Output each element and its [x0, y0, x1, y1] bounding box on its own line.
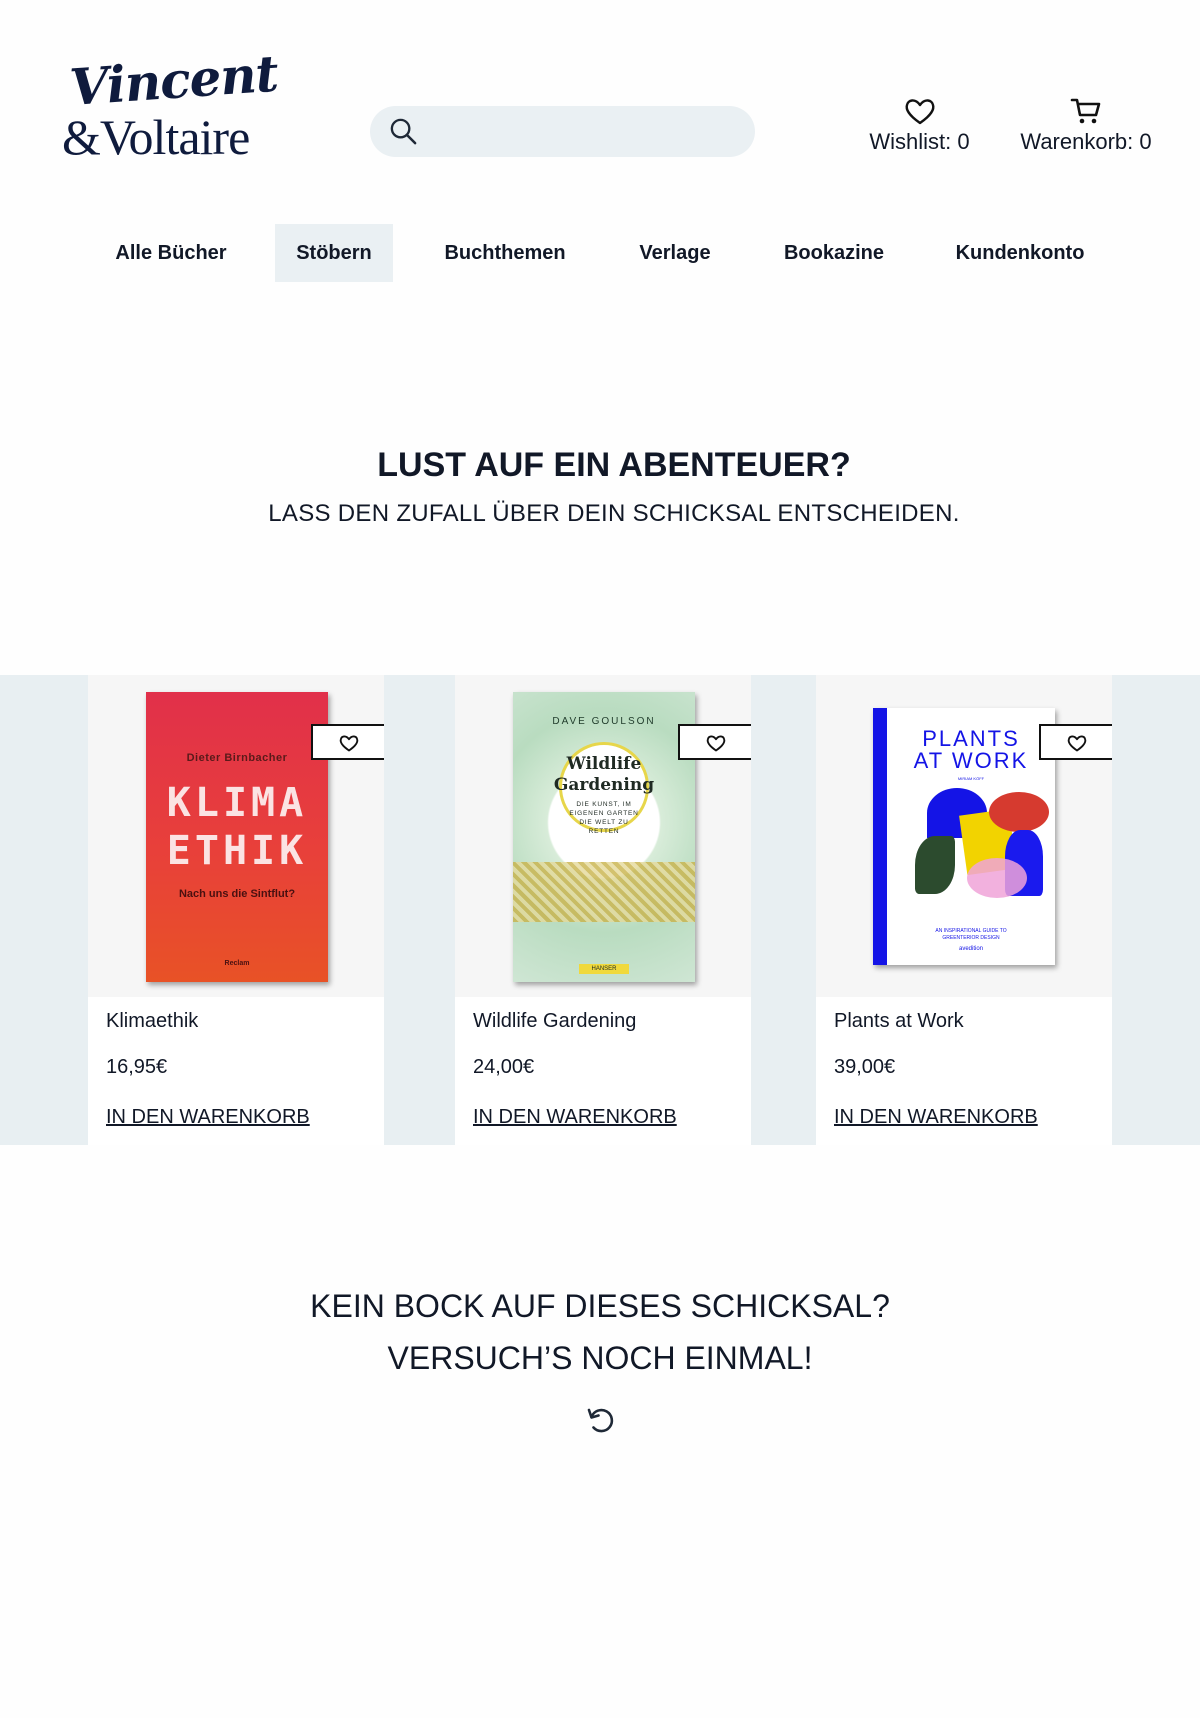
cover-title-line-1: KLIMA — [166, 780, 308, 826]
product-title[interactable]: Wildlife Gardening — [473, 1010, 636, 1033]
add-to-cart-link[interactable]: IN DEN WARENKORB — [473, 1106, 677, 1129]
cart-count: Warenkorb: 0 — [1020, 129, 1152, 154]
wishlist-count: Wishlist: 0 — [869, 129, 970, 154]
cover-author: MIRIAM KÖFF — [957, 776, 985, 781]
cart-icon — [1070, 98, 1101, 124]
cover-title-line-1: Wildlife — [566, 754, 642, 774]
wishlist-link[interactable]: Wishlist: 0 — [862, 95, 977, 155]
product-price: 16,95€ — [106, 1056, 168, 1078]
product-image-area[interactable]: PLANTS AT WORK MIRIAM KÖFF AN INSPIRATIO… — [816, 675, 1112, 997]
product-image-area[interactable]: DAVE GOULSON Wildlife Gardening DIE KUNS… — [455, 675, 751, 997]
cover-title-line-2: AT WORK — [913, 748, 1029, 773]
retry-line-1: KEIN BOCK AUF DIESES SCHICKSAL? — [310, 1288, 890, 1324]
cover-shape-pink — [967, 858, 1027, 898]
nav-item-alle-buecher[interactable]: Alle Bücher — [101, 224, 241, 282]
search-input[interactable] — [370, 106, 755, 157]
retry-line-2: VERSUCH’S NOCH EINMAL! — [387, 1340, 813, 1376]
nav-item-kundenkonto[interactable]: Kundenkonto — [945, 224, 1095, 282]
product-price: 24,00€ — [473, 1056, 535, 1078]
product-image-area[interactable]: Dieter Birnbacher KLIMA ETHIK Nach uns d… — [88, 675, 384, 997]
cart-link[interactable]: Warenkorb: 0 — [1008, 95, 1164, 155]
heart-icon — [339, 735, 359, 752]
cover-decoration — [513, 862, 695, 922]
book-cover-plants-at-work[interactable]: PLANTS AT WORK MIRIAM KÖFF AN INSPIRATIO… — [873, 708, 1055, 965]
cover-subtitle: DIE KUNST, IM EIGENEN GARTEN DIE WELT ZU… — [569, 801, 639, 835]
logo-line-2: &Voltaire — [62, 109, 250, 165]
main-nav: Alle Bücher Stöbern Buchthemen Verlage B… — [0, 224, 1200, 282]
search-icon[interactable] — [388, 116, 419, 147]
cover-author: DAVE GOULSON — [552, 716, 656, 727]
cover-publisher: HANSER — [579, 964, 629, 974]
add-to-wishlist-button[interactable] — [678, 724, 751, 760]
cover-author: Dieter Birnbacher — [186, 752, 288, 764]
nav-item-stoebern[interactable]: Stöbern — [275, 224, 393, 282]
cover-subtitle: AN INSPIRATIONAL GUIDE TO GREENTERIOR DE… — [935, 928, 1007, 941]
nav-item-bookazine[interactable]: Bookazine — [770, 224, 898, 282]
add-to-wishlist-button[interactable] — [1039, 724, 1112, 760]
cover-shape-green — [915, 836, 955, 894]
cover-subtitle: Nach uns die Sintflut? — [178, 888, 296, 900]
add-to-wishlist-button[interactable] — [311, 724, 384, 760]
hero-subtitle: LASS DEN ZUFALL ÜBER DEIN SCHICKSAL ENTS… — [268, 500, 960, 527]
heart-icon — [1067, 735, 1087, 752]
cover-title-line-1: PLANTS — [922, 726, 1020, 751]
add-to-cart-link[interactable]: IN DEN WARENKORB — [106, 1106, 310, 1129]
cover-publisher: Reclam — [224, 960, 250, 967]
cover-publisher: avedition — [958, 946, 984, 952]
product-card[interactable]: PLANTS AT WORK MIRIAM KÖFF AN INSPIRATIO… — [816, 675, 1112, 1145]
heart-icon — [905, 99, 934, 125]
cover-shape-red — [989, 792, 1049, 832]
cover-title-line-2: Gardening — [553, 775, 655, 795]
product-title[interactable]: Plants at Work — [834, 1010, 964, 1033]
nav-item-buchthemen[interactable]: Buchthemen — [430, 224, 580, 282]
cover-title-line-2: ETHIK — [166, 828, 308, 874]
book-cover-wildlife-gardening[interactable]: DAVE GOULSON Wildlife Gardening DIE KUNS… — [513, 692, 695, 982]
logo-line-1: Vincent — [67, 43, 280, 118]
product-price: 39,00€ — [834, 1056, 896, 1078]
product-title[interactable]: Klimaethik — [106, 1010, 198, 1033]
product-card[interactable]: Dieter Birnbacher KLIMA ETHIK Nach uns d… — [88, 675, 384, 1145]
book-cover-klimaethik[interactable]: Dieter Birnbacher KLIMA ETHIK Nach uns d… — [146, 692, 328, 982]
hero-title: LUST AUF EIN ABENTEUER? — [377, 446, 851, 484]
refresh-icon[interactable] — [585, 1404, 617, 1436]
product-card[interactable]: DAVE GOULSON Wildlife Gardening DIE KUNS… — [455, 675, 751, 1145]
brand-logo[interactable]: Vincent &Voltaire — [62, 44, 279, 165]
nav-item-verlage[interactable]: Verlage — [620, 224, 730, 282]
add-to-cart-link[interactable]: IN DEN WARENKORB — [834, 1106, 1038, 1129]
heart-icon — [706, 735, 726, 752]
